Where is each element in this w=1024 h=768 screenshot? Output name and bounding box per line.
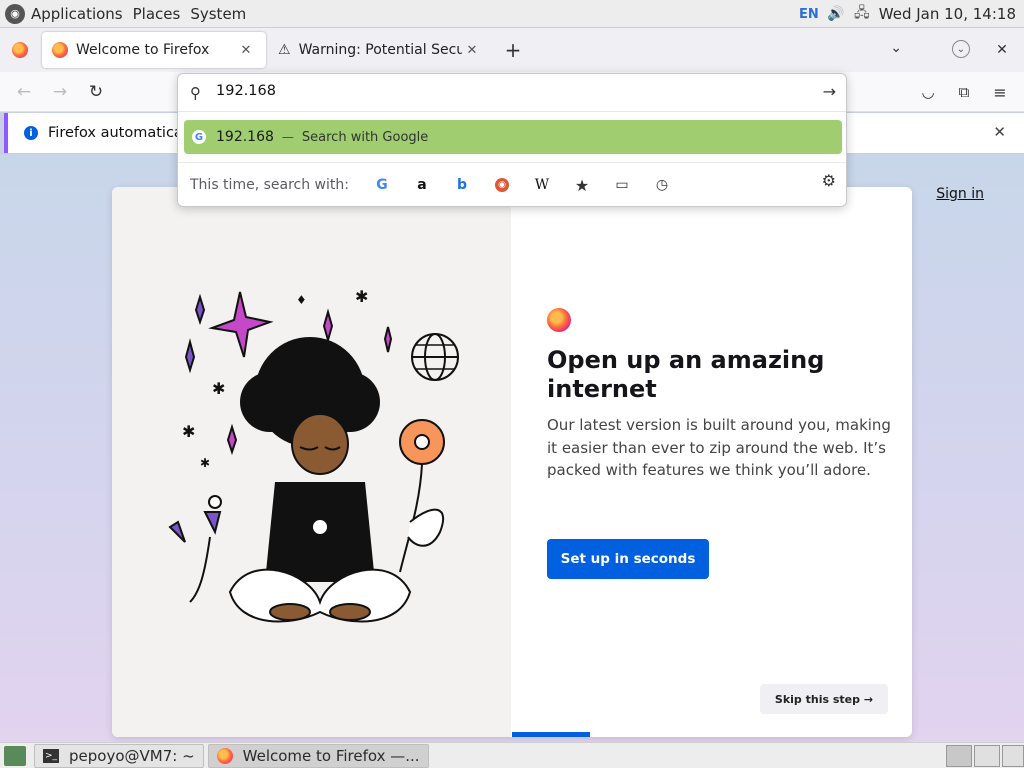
purple-flowers xyxy=(168,495,222,603)
svg-text:✱: ✱ xyxy=(212,379,225,398)
url-input-row: ⚲ 192.168 → xyxy=(178,74,846,112)
task-label: pepoyo@VM7: ~ xyxy=(69,746,195,765)
workspace-switcher-3[interactable] xyxy=(1002,745,1024,767)
tab-title: Welcome to Firefox xyxy=(76,42,210,58)
task-terminal[interactable]: >_ pepoyo@VM7: ~ xyxy=(34,743,204,768)
show-desktop-icon[interactable] xyxy=(4,745,26,766)
go-arrow-icon[interactable]: → xyxy=(823,82,836,101)
firefox-icon xyxy=(216,747,233,764)
info-icon: i xyxy=(24,126,38,140)
svg-text:✱: ✱ xyxy=(200,456,210,470)
search-settings-gear-icon[interactable]: ⚙ xyxy=(822,171,836,190)
illustration-person-with-laptop: ✱ ✱ ✱ ✱ ♦ xyxy=(168,287,459,623)
network-icon[interactable]: 🖧 xyxy=(853,5,871,22)
new-tab-button[interactable]: + xyxy=(498,35,528,65)
page-title: Open up an amazing internet xyxy=(547,346,825,403)
reload-icon[interactable]: ↻ xyxy=(84,80,108,104)
illustration-panel: ✱ ✱ ✱ ✱ ♦ xyxy=(112,187,511,737)
extensions-icon[interactable]: ⧉ xyxy=(952,80,976,104)
menu-applications[interactable]: Applications xyxy=(31,5,123,23)
workspace-switcher-1[interactable] xyxy=(946,745,972,767)
step-progress-indicator xyxy=(512,732,590,737)
task-label: Welcome to Firefox —... xyxy=(242,746,420,765)
task-firefox[interactable]: Welcome to Firefox —... xyxy=(207,743,429,768)
bookmarks-star-icon[interactable]: ★ xyxy=(562,171,602,199)
top-panel: ◉ Applications Places System EN 🔊 🖧 Wed … xyxy=(0,0,1024,28)
orange-flower xyxy=(399,419,445,573)
hamburger-menu-icon[interactable]: ≡ xyxy=(988,80,1012,104)
globe-icon xyxy=(411,333,459,381)
menu-system[interactable]: System xyxy=(190,5,246,23)
tab-welcome-to-firefox[interactable]: Welcome to Firefox ✕ xyxy=(42,32,266,68)
google-icon: G xyxy=(192,130,206,144)
firefox-icon xyxy=(52,42,68,58)
search-suggestion-row[interactable]: G 192.168 — Search with Google xyxy=(184,120,842,154)
svg-text:♦: ♦ xyxy=(296,293,307,307)
warning-icon: ⚠ xyxy=(278,42,291,58)
amazon-icon[interactable]: a xyxy=(402,171,442,199)
terminal-icon: >_ xyxy=(43,748,59,763)
set-up-button[interactable]: Set up in seconds xyxy=(547,539,709,579)
wikipedia-icon[interactable]: W xyxy=(522,171,562,199)
clock[interactable]: Wed Jan 10, 14:18 xyxy=(879,5,1016,23)
close-window-icon[interactable]: ✕ xyxy=(992,40,1012,60)
back-arrow-icon[interactable]: ← xyxy=(12,80,36,104)
firefox-logo-icon xyxy=(547,308,571,332)
tab-title: Warning: Potential Securi xyxy=(298,42,462,58)
page-content: Sign in ✱ ✱ ✱ ✱ ♦ Open up an amazing int… xyxy=(0,154,1024,742)
skip-step-button[interactable]: Skip this step → xyxy=(760,684,888,714)
suggestion-action: Search with Google xyxy=(301,129,429,145)
onboarding-card: ✱ ✱ ✱ ✱ ♦ Open up an amazing internet Ou… xyxy=(112,187,912,737)
close-notification-icon[interactable]: ✕ xyxy=(993,123,1006,141)
suggestion-separator: — xyxy=(281,130,294,144)
forward-arrow-icon[interactable]: → xyxy=(48,80,72,104)
url-input[interactable]: 192.168 xyxy=(216,83,776,99)
search-with-label: This time, search with: xyxy=(190,177,349,193)
system-tray: EN 🔊 🖧 Wed Jan 10, 14:18 xyxy=(799,0,1016,28)
bottom-taskbar: >_ pepoyo@VM7: ~ Welcome to Firefox —... xyxy=(0,742,1024,768)
person-with-laptop xyxy=(228,337,412,623)
tab-warning[interactable]: ⚠ Warning: Potential Securi ✕ xyxy=(268,32,492,68)
search-icon: ⚲ xyxy=(190,84,201,102)
distro-logo-icon[interactable]: ◉ xyxy=(5,3,25,24)
suggestion-text: 192.168 xyxy=(216,129,274,145)
one-off-search-row: This time, search with: G a b ◉ W ★ ▭ ◷ … xyxy=(178,162,846,207)
minimize-window-icon[interactable]: ⌄ xyxy=(952,40,970,58)
close-tab-icon[interactable]: ✕ xyxy=(462,43,482,58)
volume-icon[interactable]: 🔊 xyxy=(827,6,845,22)
duckduckgo-icon[interactable]: ◉ xyxy=(482,171,522,199)
sign-in-link[interactable]: Sign in xyxy=(936,186,984,202)
menu-places[interactable]: Places xyxy=(133,5,181,23)
svg-text:✱: ✱ xyxy=(355,287,368,306)
pocket-icon[interactable]: ◡ xyxy=(916,80,940,104)
workspace-switcher-2[interactable] xyxy=(974,745,1000,767)
close-tab-icon[interactable]: ✕ xyxy=(236,43,256,58)
history-clock-icon[interactable]: ◷ xyxy=(642,171,682,199)
firefox-view-icon[interactable] xyxy=(12,42,28,58)
tab-bar: Welcome to Firefox ✕ ⚠ Warning: Potentia… xyxy=(0,28,1024,72)
list-all-tabs-icon[interactable]: ⌄ xyxy=(890,40,902,56)
url-bar-dropdown: ⚲ 192.168 → G 192.168 — Search with Goog… xyxy=(177,73,847,207)
google-icon[interactable]: G xyxy=(362,171,402,199)
tabs-icon[interactable]: ▭ xyxy=(602,171,642,199)
bing-icon[interactable]: b xyxy=(442,171,482,199)
svg-text:✱: ✱ xyxy=(182,422,195,441)
keyboard-layout-indicator[interactable]: EN xyxy=(799,7,819,22)
page-description: Our latest version is built around you, … xyxy=(547,416,891,479)
